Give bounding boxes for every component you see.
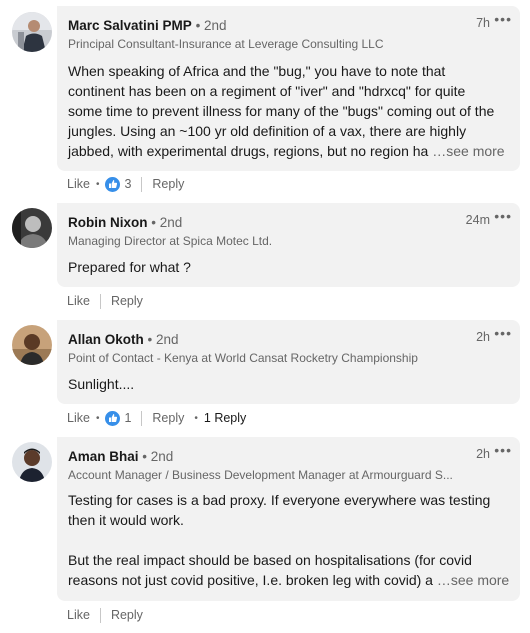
author-name[interactable]: Robin Nixon [68, 215, 148, 230]
reaction-count: 3 [124, 177, 132, 191]
reply-button[interactable]: Reply [111, 608, 143, 622]
reply-button[interactable]: Reply [152, 177, 184, 191]
avatar[interactable] [12, 12, 52, 52]
author-line: Robin Nixon • 2nd [68, 214, 182, 231]
connection-degree: • 2nd [147, 332, 179, 347]
avatar[interactable] [12, 208, 52, 248]
comment-text: Testing for cases is a bad proxy. If eve… [68, 490, 509, 590]
separator-dot: • [194, 412, 198, 424]
author-line: Marc Salvatini PMP • 2nd [68, 17, 227, 34]
comment-actions: Like Reply [67, 605, 143, 625]
author-headline: Managing Director at Spica Motec Ltd. [68, 234, 273, 248]
separator-dot: • [95, 412, 100, 424]
author-name[interactable]: Marc Salvatini PMP [68, 18, 192, 33]
like-button[interactable]: Like [67, 608, 90, 622]
author-line: Aman Bhai • 2nd [68, 448, 173, 465]
comment-line: some time to prevent illness for many of… [68, 103, 495, 119]
comment-line: continent has been on a regiment of "ive… [68, 83, 466, 99]
comment-line: When speaking of Africa and the "bug," y… [68, 63, 446, 79]
divider [99, 293, 101, 309]
comment-line: Sunlight.... [68, 376, 135, 392]
like-button[interactable]: Like [67, 177, 90, 191]
connection-degree: • 2nd [142, 449, 174, 464]
author-name[interactable]: Aman Bhai [68, 449, 139, 464]
comment-line: jungles. Using an ~100 yr old definition… [68, 123, 467, 139]
comment-bubble: Marc Salvatini PMP • 2nd Principal Consu… [57, 6, 520, 171]
avatar-photo [12, 208, 52, 248]
avatar[interactable] [12, 442, 52, 482]
reply-button[interactable]: Reply [152, 411, 184, 425]
comment-line: reasons not just covid positive, I.e. br… [68, 572, 510, 588]
author-name[interactable]: Allan Okoth [68, 332, 144, 347]
comment-text: Sunlight.... [68, 374, 134, 394]
connection-degree: • 2nd [151, 215, 183, 230]
comment-line: jabbed, with experimental drugs, regions… [68, 143, 505, 159]
comment-actions: Like • 3 Reply [67, 174, 184, 194]
avatar-photo [12, 325, 52, 365]
divider [141, 410, 143, 426]
like-button[interactable]: Like [67, 294, 90, 308]
comment-actions: Like Reply [67, 291, 143, 311]
comment-bubble: Robin Nixon • 2nd Managing Director at S… [57, 203, 520, 287]
comment-bubble: Allan Okoth • 2nd Point of Contact - Ken… [57, 320, 520, 404]
comment-line: Prepared for what ? [68, 259, 191, 275]
author-headline: Point of Contact - Kenya at World Cansat… [68, 351, 418, 365]
ellipsis-icon[interactable]: ••• [494, 443, 512, 457]
avatar-photo [12, 442, 52, 482]
author-headline: Account Manager / Business Development M… [68, 468, 453, 482]
separator-dot: • [95, 178, 100, 190]
comment-actions: Like • 1 Reply • 1 Reply [67, 408, 246, 428]
ellipsis-icon[interactable]: ••• [494, 326, 512, 340]
thumbs-up-reaction-icon [105, 410, 121, 426]
comment-bubble: Aman Bhai • 2nd Account Manager / Busine… [57, 437, 520, 601]
comment-text: When speaking of Africa and the "bug," y… [68, 61, 505, 161]
reply-button[interactable]: Reply [111, 294, 143, 308]
comment-line: But the real impact should be based on h… [68, 552, 472, 568]
timestamp: 7h [476, 16, 490, 30]
divider [99, 607, 101, 623]
see-more-link[interactable]: …see more [432, 143, 504, 159]
timestamp: 24m [465, 213, 490, 227]
comment-line [68, 530, 509, 550]
author-headline: Principal Consultant-Insurance at Levera… [68, 37, 384, 51]
reaction-count: 1 [124, 411, 132, 425]
avatar-photo [12, 12, 52, 52]
reaction-summary[interactable]: 3 [105, 176, 132, 192]
comment-line: Testing for cases is a bad proxy. If eve… [68, 492, 491, 508]
author-line: Allan Okoth • 2nd [68, 331, 179, 348]
ellipsis-icon[interactable]: ••• [494, 209, 512, 223]
comment-line: then it would work. [68, 512, 184, 528]
timestamp: 2h [476, 447, 490, 461]
reaction-summary[interactable]: 1 [105, 410, 132, 426]
timestamp: 2h [476, 330, 490, 344]
avatar[interactable] [12, 325, 52, 365]
ellipsis-icon[interactable]: ••• [494, 12, 512, 26]
view-replies-link[interactable]: 1 Reply [204, 411, 246, 425]
thumbs-up-reaction-icon [105, 176, 121, 192]
like-button[interactable]: Like [67, 411, 90, 425]
connection-degree: • 2nd [195, 18, 227, 33]
divider [141, 176, 143, 192]
see-more-link[interactable]: …see more [437, 572, 509, 588]
comment-text: Prepared for what ? [68, 257, 191, 277]
